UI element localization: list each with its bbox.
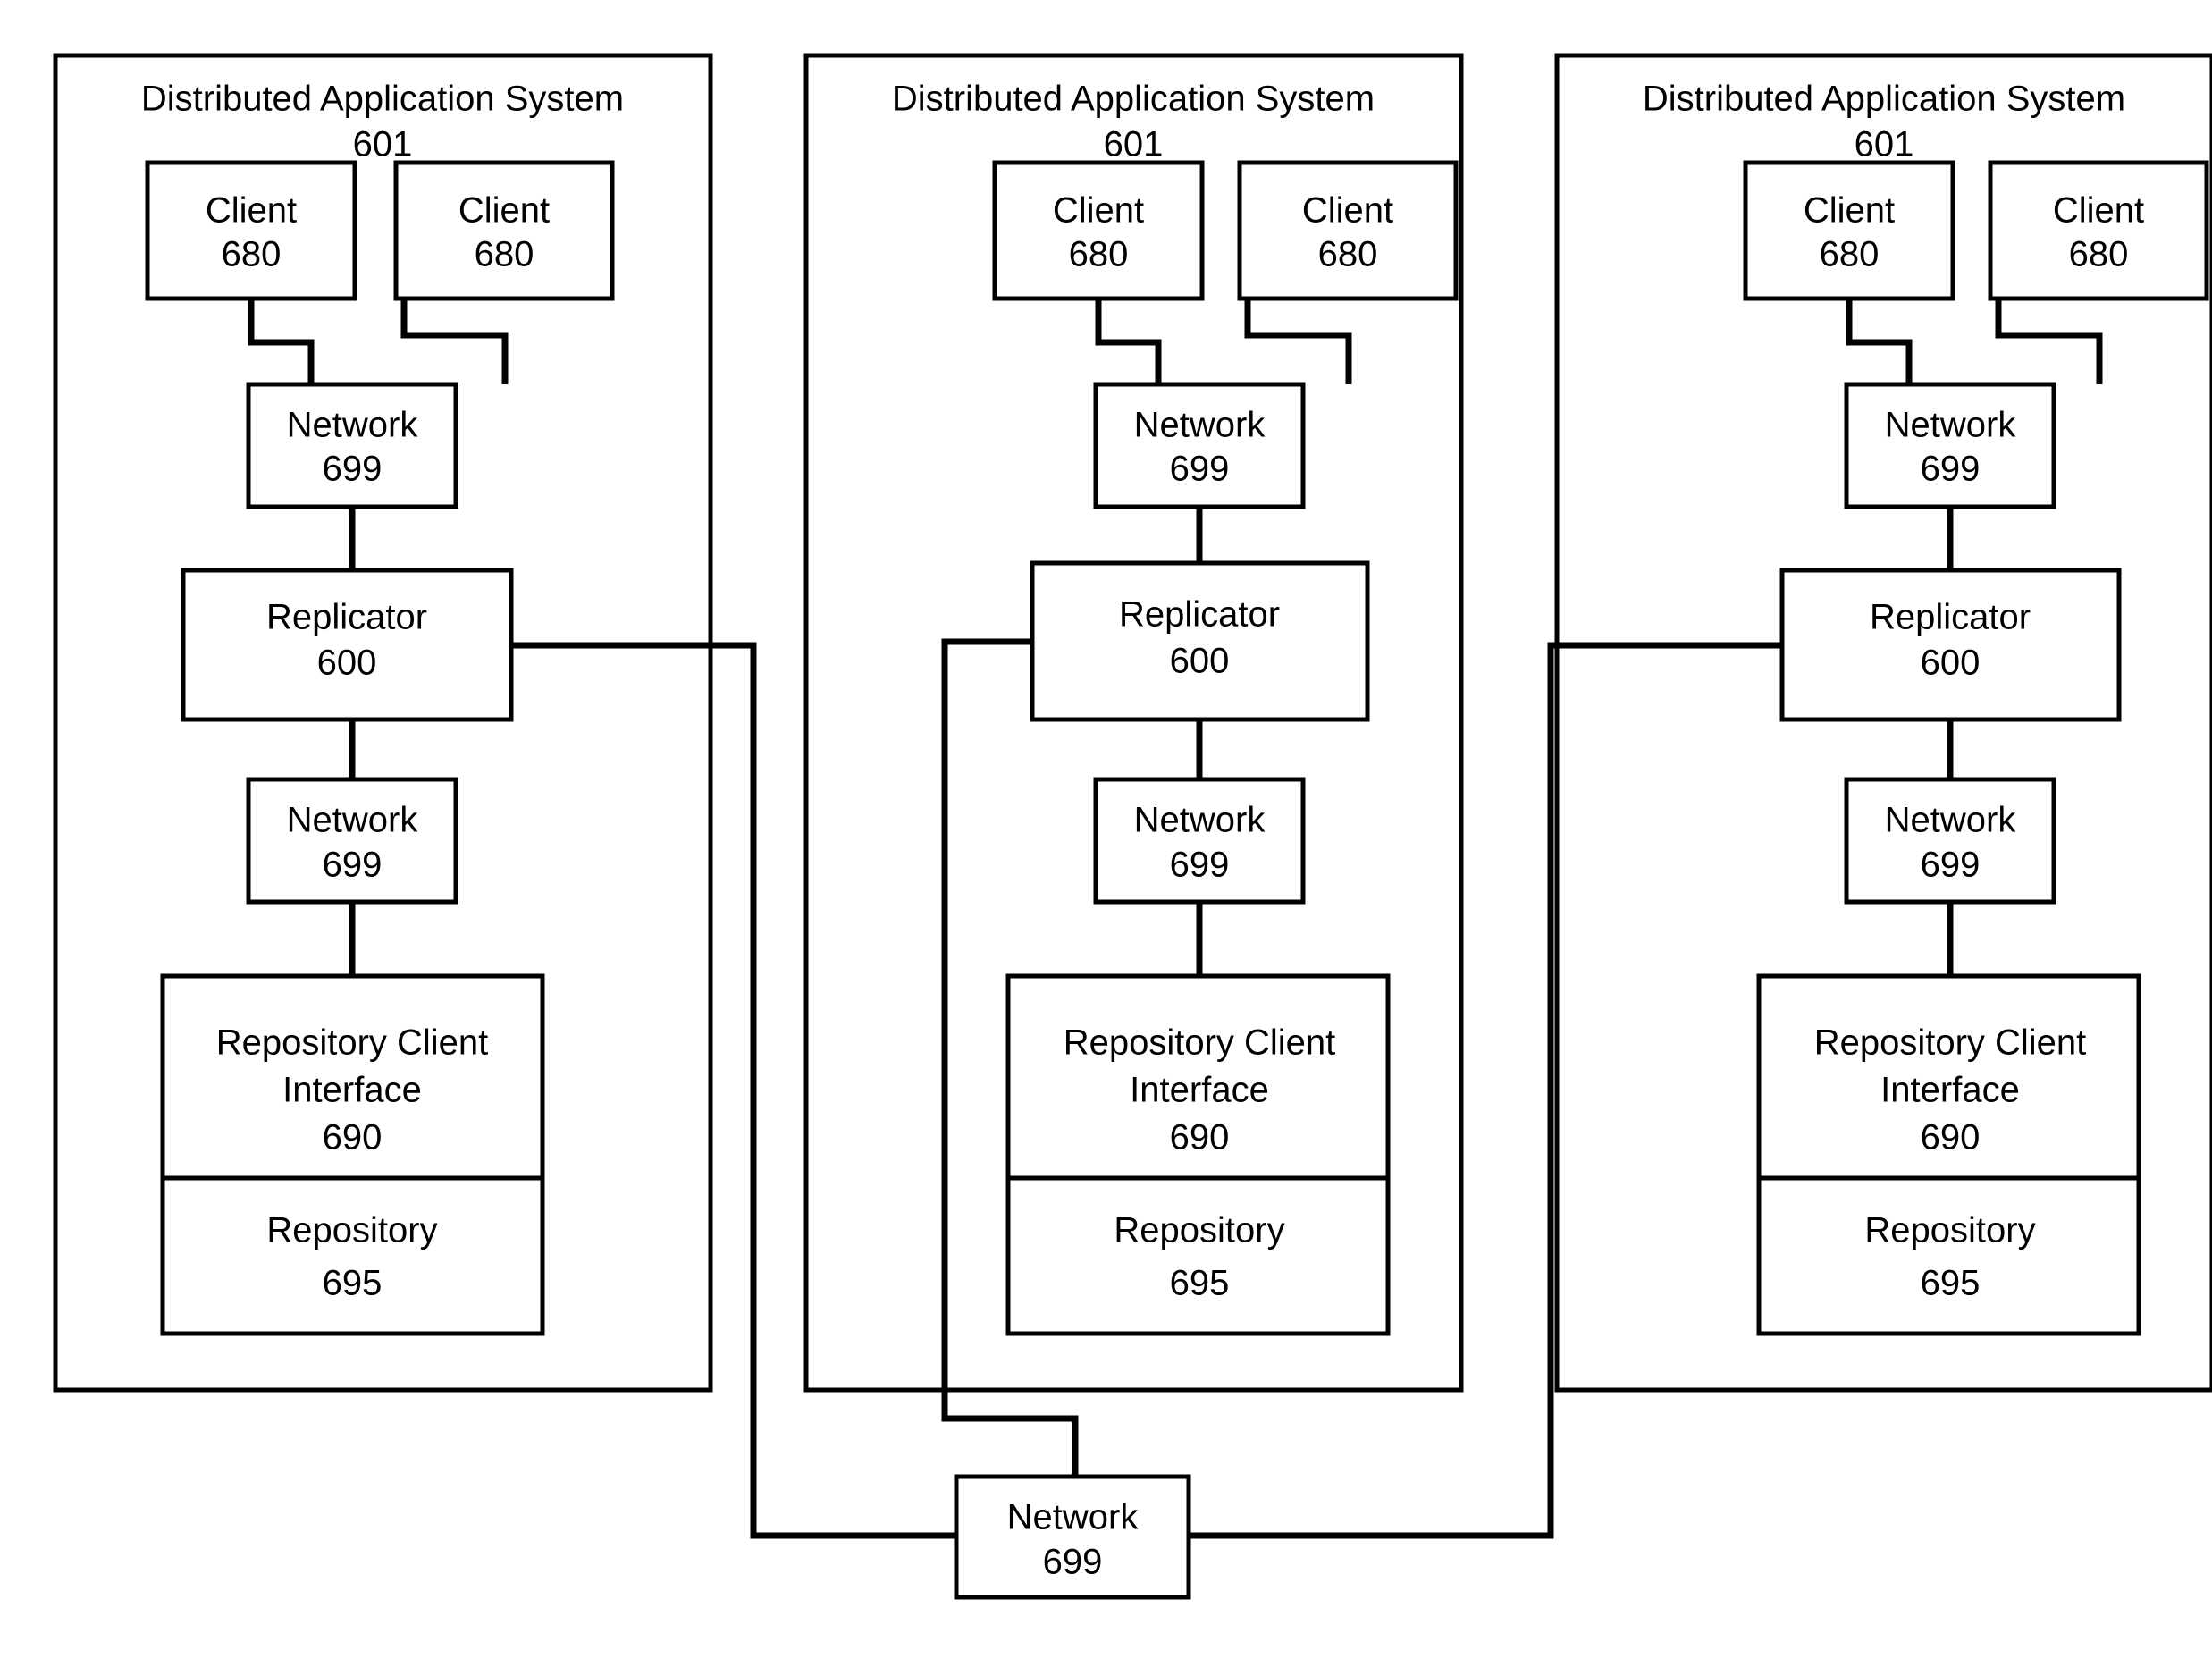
panel-middle-title: Distributed Application System xyxy=(892,80,1375,119)
panel-right-conn-client-a-network xyxy=(1846,299,1913,384)
panel-left: Distributed Application System 601 Clien… xyxy=(53,53,713,1393)
panel-right-rci-line2: Interface xyxy=(1880,1071,2020,1110)
panel-middle-rci-line1: Repository Client xyxy=(1064,1023,1336,1063)
panel-right-repository-ref: 695 xyxy=(1921,1264,1981,1303)
shared-network-ref: 699 xyxy=(1043,1543,1103,1582)
panel-right-replicator-label: Replicator xyxy=(1870,598,2031,637)
panel-middle-network-bottom-ref: 699 xyxy=(1170,846,1230,885)
panel-left-rci-line2: Interface xyxy=(282,1071,422,1110)
panel-right-client-a-label: Client xyxy=(1804,191,1895,231)
panel-left-client-a[interactable] xyxy=(145,160,357,301)
panel-left-replicator-ref: 600 xyxy=(317,644,377,683)
panel-left-conn-client-a-network xyxy=(248,299,315,384)
panel-left-rci-ref: 690 xyxy=(323,1118,383,1158)
panel-right-rci-line1: Repository Client xyxy=(1814,1023,2087,1063)
panel-right-title: Distributed Application System xyxy=(1643,80,2125,119)
panel-left-rci-line1: Repository Client xyxy=(216,1023,489,1063)
panel-middle-repository-label: Repository xyxy=(1114,1211,1284,1250)
panel-right-client-a-ref: 680 xyxy=(1820,235,1880,274)
panel-left-ref: 601 xyxy=(353,125,413,164)
panel-middle-client-a-label: Client xyxy=(1053,191,1144,231)
panel-left-repository-ref: 695 xyxy=(323,1264,383,1303)
panel-middle: Distributed Application System 601 Clien… xyxy=(803,53,1464,1393)
figure-root: Distributed Application System 601 Clien… xyxy=(0,0,2212,1667)
panel-left-network-bottom-ref: 699 xyxy=(323,846,383,885)
panel-middle-repository-ref: 695 xyxy=(1170,1264,1230,1303)
panel-right-ref: 601 xyxy=(1855,125,1914,164)
shared-network-label: Network xyxy=(1007,1498,1140,1537)
panel-left-network-top-label: Network xyxy=(287,406,419,445)
panel-left-client-b-label: Client xyxy=(458,191,550,231)
panel-right-network-bottom-label: Network xyxy=(1885,801,2017,840)
panel-left-client-b[interactable] xyxy=(393,160,615,301)
panel-left-title: Distributed Application System xyxy=(141,80,624,119)
panel-left-client-a-label: Client xyxy=(206,191,297,231)
panel-middle-client-b-label: Client xyxy=(1302,191,1393,231)
panel-right-client-a[interactable] xyxy=(1743,160,1955,301)
panel-left-conn-client-b-network xyxy=(400,299,509,384)
conn-left-replicator-to-shared-network xyxy=(511,642,956,1539)
panel-right: Distributed Application System 601 Clien… xyxy=(1554,53,2212,1393)
panel-middle-replicator-label: Replicator xyxy=(1119,595,1280,635)
panel-middle-client-b-ref: 680 xyxy=(1318,235,1378,274)
panel-left-repository-label: Repository xyxy=(266,1211,437,1250)
panel-left-client-b-ref: 680 xyxy=(475,235,534,274)
panel-right-client-b-label: Client xyxy=(2053,191,2144,231)
panel-right-client-b[interactable] xyxy=(1988,160,2209,301)
panel-right-network-bottom-ref: 699 xyxy=(1921,846,1981,885)
panel-middle-conn-client-b-network xyxy=(1244,299,1352,384)
panel-right-network-top-label: Network xyxy=(1885,406,2017,445)
block-diagram: Distributed Application System 601 Clien… xyxy=(53,53,2212,1600)
panel-middle-client-b[interactable] xyxy=(1237,160,1459,301)
panel-left-client-a-ref: 680 xyxy=(222,235,282,274)
panel-left-network-top-ref: 699 xyxy=(323,450,383,489)
panel-middle-ref: 601 xyxy=(1104,125,1164,164)
panel-right-rci-ref: 690 xyxy=(1921,1118,1981,1158)
panel-left-replicator-label: Replicator xyxy=(266,598,427,637)
panel-middle-rci-line2: Interface xyxy=(1130,1071,1269,1110)
panel-right-replicator-ref: 600 xyxy=(1921,644,1981,683)
panel-right-network-top-ref: 699 xyxy=(1921,450,1981,489)
panel-middle-replicator-ref: 600 xyxy=(1170,642,1230,681)
panel-right-client-b-ref: 680 xyxy=(2069,235,2129,274)
panel-middle-conn-client-a-network xyxy=(1095,299,1162,384)
shared-network-group: Network 699 xyxy=(954,1474,1191,1600)
panel-right-repository-label: Repository xyxy=(1864,1211,2035,1250)
panel-middle-client-a-ref: 680 xyxy=(1069,235,1129,274)
panel-middle-network-top-label: Network xyxy=(1134,406,1266,445)
panel-middle-client-a[interactable] xyxy=(992,160,1205,301)
panel-middle-network-bottom-label: Network xyxy=(1134,801,1266,840)
panel-right-conn-client-b-network xyxy=(1995,299,2103,384)
panel-middle-rci-ref: 690 xyxy=(1170,1118,1230,1158)
panel-middle-network-top-ref: 699 xyxy=(1170,450,1230,489)
panel-left-network-bottom-label: Network xyxy=(287,801,419,840)
